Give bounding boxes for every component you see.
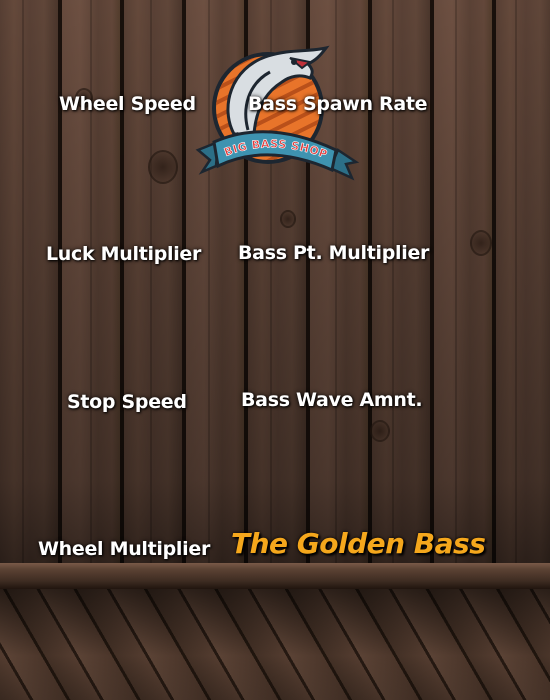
baseboard <box>0 563 550 589</box>
golden-bass-item[interactable]: The Golden Bass <box>231 527 486 560</box>
shop-scene: BIG BASS SHOP Wheel Speed Bass Spawn Rat… <box>0 0 550 700</box>
upgrade-wheel-speed[interactable]: Wheel Speed <box>59 93 196 115</box>
upgrade-stop-speed[interactable]: Stop Speed <box>67 391 187 413</box>
upgrade-luck-multiplier[interactable]: Luck Multiplier <box>46 243 201 265</box>
upgrade-bass-wave-amount[interactable]: Bass Wave Amnt. <box>241 389 423 411</box>
wood-floor <box>0 589 550 700</box>
upgrade-wheel-multiplier[interactable]: Wheel Multiplier <box>38 538 210 560</box>
upgrade-bass-pt-multiplier[interactable]: Bass Pt. Multiplier <box>238 242 429 264</box>
upgrade-bass-spawn-rate[interactable]: Bass Spawn Rate <box>248 93 428 115</box>
